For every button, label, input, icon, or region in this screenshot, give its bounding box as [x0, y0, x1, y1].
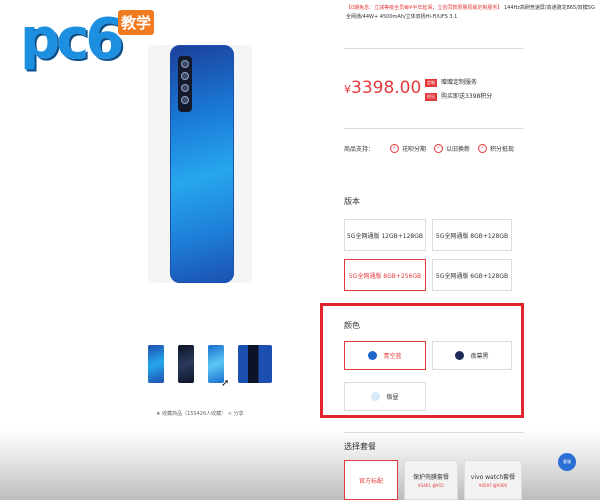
promo-list: 定制 赠赠定制服务 积分 购买即送3398积分	[425, 76, 492, 104]
price: ¥3398.00	[344, 78, 421, 98]
version-option-selected[interactable]: 5G全网通版 8GB+256GB	[344, 259, 426, 291]
color-title: 颜色	[344, 321, 360, 330]
support-item-huabei[interactable]: ✓ 花呗分期	[390, 144, 426, 153]
divider	[344, 128, 524, 129]
promo-item: 定制 赠赠定制服务	[425, 76, 492, 90]
favorite-share[interactable]: ★ 收藏商品（155426人收藏） < 分享	[156, 410, 244, 417]
color-label: 青空蓝	[383, 353, 402, 360]
color-swatch	[455, 351, 465, 360]
color-option[interactable]: 夜幕黑	[432, 341, 512, 370]
color-option-selected[interactable]: 青空蓝	[344, 341, 426, 370]
product-subtitle: 【0期免息：立减等级全员每¥半年延保；立省同款限量原版定制服务】 144Hz高刷…	[346, 4, 596, 22]
customer-service-button[interactable]: 客服	[558, 453, 576, 471]
color-option[interactable]: 极昼	[344, 382, 426, 411]
support-label: 商品支持：	[344, 146, 375, 153]
color-swatch	[371, 392, 381, 401]
promo-headline: 【0期免息：立减等级全员每¥半年延保；立省同款限量原版定制服务】	[346, 5, 503, 11]
package-option-selected[interactable]: 官方标配	[344, 460, 398, 500]
camera-module	[178, 56, 192, 112]
thumbnail[interactable]	[178, 345, 194, 383]
color-swatch	[368, 351, 378, 360]
price-currency: ¥	[344, 83, 351, 96]
color-label: 极昼	[386, 394, 399, 401]
support-item-points[interactable]: ✓ 积分抵现	[478, 144, 514, 153]
thumbnail[interactable]	[238, 345, 272, 383]
price-amount: 3398.00	[351, 78, 422, 98]
mouse-cursor-icon: ➚	[221, 378, 230, 389]
promo-text: 赠赠定制服务	[441, 79, 478, 86]
check-icon: ✓	[478, 144, 488, 153]
promo-tag: 定制	[425, 78, 437, 87]
divider	[344, 432, 524, 433]
package-option[interactable]: 保护壳膜套餐 ¥3461 省¥15	[404, 460, 458, 500]
check-icon: ✓	[390, 144, 400, 153]
version-option[interactable]: 5G全网通版 6GB+128GB	[432, 259, 512, 291]
promo-item: 积分 购买即送3398积分	[425, 90, 492, 104]
promo-tag: 积分	[425, 92, 437, 101]
color-label: 夜幕黑	[470, 353, 489, 360]
promo-text: 购买即送3398积分	[441, 93, 493, 100]
version-option[interactable]: 5G全网通版 12GB+128GB	[344, 219, 426, 251]
support-item-tradein[interactable]: ✓ 以旧换新	[434, 144, 470, 153]
version-option[interactable]: 5G全网通版 8GB+128GB	[432, 219, 512, 251]
package-option[interactable]: vivo watch套餐 ¥4597 省¥300	[464, 460, 522, 500]
thumbnail-strip	[148, 345, 286, 383]
check-icon: ✓	[434, 144, 444, 153]
thumbnail[interactable]	[148, 345, 164, 383]
service-support: 商品支持： ✓ 花呗分期 ✓ 以旧换新 ✓ 积分抵现	[344, 144, 522, 153]
logo-text: pc6	[20, 7, 124, 72]
logo-badge: 教学	[118, 10, 155, 35]
divider	[344, 48, 524, 49]
version-title: 版本	[344, 197, 360, 206]
package-title: 选择套餐	[344, 442, 376, 451]
